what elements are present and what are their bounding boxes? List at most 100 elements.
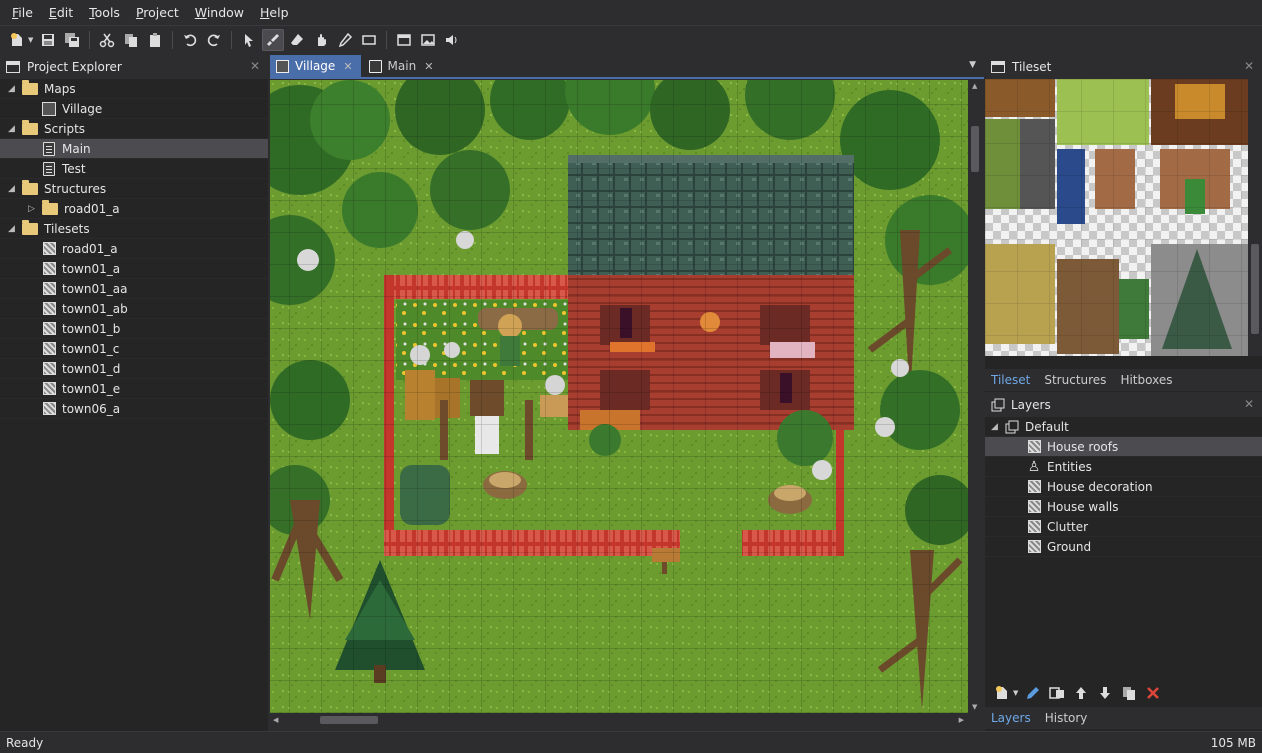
tree-item-town01-a[interactable]: town01_a bbox=[0, 259, 268, 279]
collapse-arrow-icon[interactable]: ◢ bbox=[8, 84, 18, 94]
layer-properties-icon[interactable] bbox=[1046, 682, 1068, 704]
tree-item-town01-b[interactable]: town01_b bbox=[0, 319, 268, 339]
map-canvas[interactable] bbox=[270, 80, 968, 713]
collapse-arrow-icon[interactable]: ◢ bbox=[991, 422, 1005, 432]
tab-tileset[interactable]: Tileset bbox=[985, 369, 1036, 391]
layer-ground[interactable]: Ground bbox=[985, 537, 1262, 557]
close-tab-icon[interactable]: ✕ bbox=[424, 60, 433, 73]
editor-tabs: Village ✕ Main ✕ ▼ bbox=[270, 55, 984, 79]
tree-item-town01-c[interactable]: town01_c bbox=[0, 339, 268, 359]
tree-item-main[interactable]: Main bbox=[0, 139, 268, 159]
menu-tools[interactable]: Tools bbox=[81, 0, 128, 26]
tree-item-village[interactable]: Village bbox=[0, 99, 268, 119]
close-icon[interactable]: ✕ bbox=[1244, 397, 1254, 411]
select-cursor-icon[interactable] bbox=[238, 29, 260, 51]
tree-item-label: town01_ab bbox=[62, 301, 128, 316]
menu-help[interactable]: Help bbox=[252, 0, 297, 26]
tree-item-tilesets[interactable]: ◢ Tilesets bbox=[0, 219, 268, 239]
tab-village[interactable]: Village ✕ bbox=[270, 55, 361, 77]
scrollbar-thumb[interactable] bbox=[1251, 244, 1259, 334]
move-layer-up-icon[interactable] bbox=[1070, 682, 1092, 704]
tab-hitboxes[interactable]: Hitboxes bbox=[1114, 369, 1178, 391]
close-tab-icon[interactable]: ✕ bbox=[343, 60, 352, 73]
undo-icon[interactable] bbox=[179, 29, 201, 51]
cut-icon[interactable] bbox=[96, 29, 118, 51]
sound-icon[interactable] bbox=[441, 29, 463, 51]
tree-item-town01-e[interactable]: town01_e bbox=[0, 379, 268, 399]
scrollbar-thumb[interactable] bbox=[320, 716, 378, 724]
paste-icon[interactable] bbox=[144, 29, 166, 51]
tree-item-road01-a[interactable]: ▷ road01_a bbox=[0, 199, 268, 219]
menu-file[interactable]: File bbox=[4, 0, 41, 26]
tree-item-scripts[interactable]: ◢ Scripts bbox=[0, 119, 268, 139]
scroll-down-arrow[interactable]: ▼ bbox=[972, 703, 977, 711]
close-icon[interactable]: ✕ bbox=[250, 59, 260, 73]
layer-house-walls[interactable]: House walls bbox=[985, 497, 1262, 517]
layer-entities[interactable]: ♙ Entities bbox=[985, 457, 1262, 477]
map-vertical-scrollbar[interactable]: ▲ ▼ bbox=[968, 80, 982, 713]
scroll-left-arrow[interactable]: ◀ bbox=[273, 716, 278, 724]
tab-layers[interactable]: Layers bbox=[985, 707, 1037, 729]
eyedropper-icon[interactable] bbox=[334, 29, 356, 51]
layers-toolbar: ▼ bbox=[985, 681, 1262, 705]
folder-icon bbox=[22, 79, 38, 95]
tree-item-test[interactable]: Test bbox=[0, 159, 268, 179]
scrollbar-thumb[interactable] bbox=[971, 126, 979, 172]
edit-layer-pencil-icon[interactable] bbox=[1022, 682, 1044, 704]
tree-item-town01-d[interactable]: town01_d bbox=[0, 359, 268, 379]
hand-pan-icon[interactable] bbox=[310, 29, 332, 51]
tree-item-structures[interactable]: ◢ Structures bbox=[0, 179, 268, 199]
layer-clutter[interactable]: Clutter bbox=[985, 517, 1262, 537]
tab-label: Village bbox=[295, 59, 336, 73]
paint-brush-icon[interactable] bbox=[262, 29, 285, 51]
window-icon[interactable] bbox=[393, 29, 415, 51]
copy-icon[interactable] bbox=[120, 29, 142, 51]
close-icon[interactable]: ✕ bbox=[1244, 59, 1254, 73]
new-dropdown-arrow[interactable]: ▼ bbox=[28, 36, 33, 44]
add-layer-icon[interactable] bbox=[991, 682, 1013, 704]
layers-panel-tabs: Layers History bbox=[985, 707, 1262, 729]
map-icon bbox=[276, 59, 289, 73]
rectangle-tool-icon[interactable] bbox=[358, 29, 380, 51]
tree-item-town01-aa[interactable]: town01_aa bbox=[0, 279, 268, 299]
menu-edit[interactable]: Edit bbox=[41, 0, 81, 26]
layers-panel: Layers ✕ ◢ Default House roofs ♙ Entities H… bbox=[985, 393, 1262, 731]
new-icon[interactable] bbox=[6, 29, 28, 51]
tab-history[interactable]: History bbox=[1039, 707, 1094, 729]
layer-group-default[interactable]: ◢ Default bbox=[985, 417, 1262, 437]
tree-item-maps[interactable]: ◢ Maps bbox=[0, 79, 268, 99]
tab-main[interactable]: Main ✕ bbox=[363, 55, 442, 77]
tree-item-town01-ab[interactable]: town01_ab bbox=[0, 299, 268, 319]
expand-arrow-icon[interactable]: ▷ bbox=[28, 204, 38, 214]
delete-layer-icon[interactable] bbox=[1142, 682, 1164, 704]
map-horizontal-scrollbar[interactable]: ◀ ▶ bbox=[270, 713, 982, 727]
tileset-view[interactable] bbox=[985, 79, 1248, 356]
scroll-up-arrow[interactable]: ▲ bbox=[972, 82, 977, 90]
menu-project[interactable]: Project bbox=[128, 0, 187, 26]
save-all-icon[interactable] bbox=[61, 29, 83, 51]
tab-list-dropdown-icon[interactable]: ▼ bbox=[969, 60, 976, 70]
tileset-scrollbar[interactable] bbox=[1248, 79, 1262, 356]
redo-icon[interactable] bbox=[203, 29, 225, 51]
add-layer-dropdown-arrow[interactable]: ▼ bbox=[1013, 689, 1018, 697]
scroll-right-arrow[interactable]: ▶ bbox=[959, 716, 964, 724]
tree-item-road01-a[interactable]: road01_a bbox=[0, 239, 268, 259]
memory-usage: 105 MB bbox=[1210, 735, 1256, 750]
menu-window[interactable]: Window bbox=[187, 0, 252, 26]
tree-item-label: town01_aa bbox=[62, 281, 128, 296]
save-icon[interactable] bbox=[37, 29, 59, 51]
layer-house-roofs[interactable]: House roofs bbox=[985, 437, 1262, 457]
tree-item-label: Village bbox=[62, 101, 103, 116]
move-layer-down-icon[interactable] bbox=[1094, 682, 1116, 704]
layer-house-decoration[interactable]: House decoration bbox=[985, 477, 1262, 497]
image-icon[interactable] bbox=[417, 29, 439, 51]
layer-group-icon bbox=[1005, 420, 1019, 434]
collapse-arrow-icon[interactable]: ◢ bbox=[8, 184, 18, 194]
tab-structures[interactable]: Structures bbox=[1038, 369, 1112, 391]
collapse-arrow-icon[interactable]: ◢ bbox=[8, 224, 18, 234]
eraser-icon[interactable] bbox=[286, 29, 308, 51]
tree-item-label: town01_e bbox=[62, 381, 121, 396]
duplicate-layer-icon[interactable] bbox=[1118, 682, 1140, 704]
collapse-arrow-icon[interactable]: ◢ bbox=[8, 124, 18, 134]
tree-item-town06-a[interactable]: town06_a bbox=[0, 399, 268, 419]
